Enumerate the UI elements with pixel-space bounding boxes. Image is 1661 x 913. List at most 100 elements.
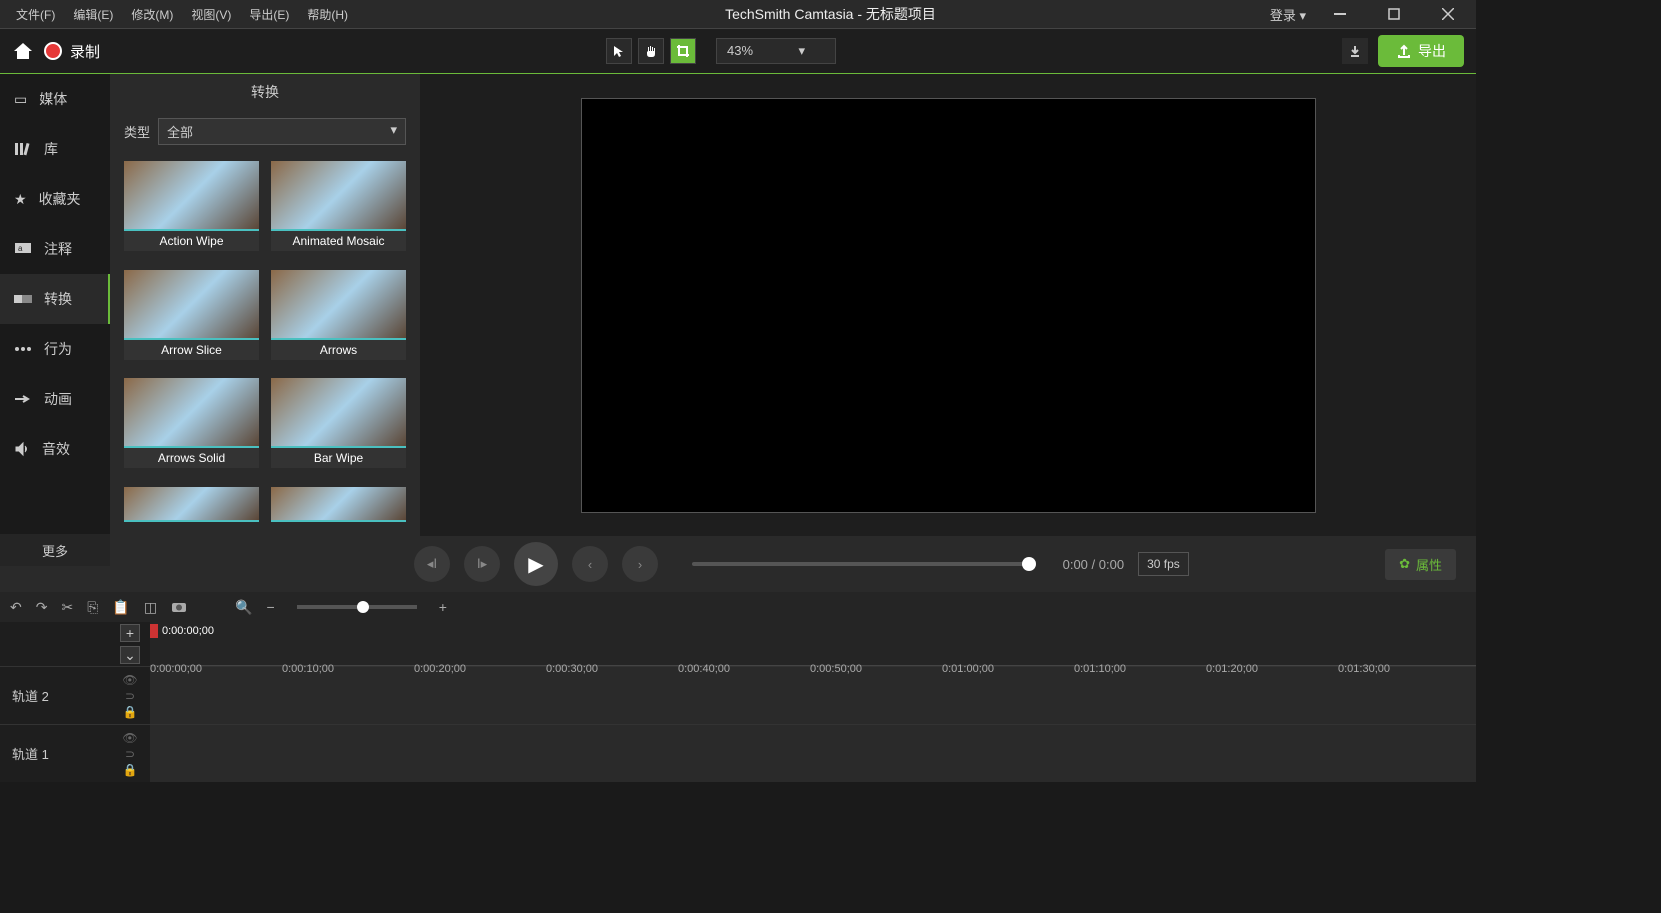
crop-tool[interactable] xyxy=(670,38,696,64)
close-button[interactable] xyxy=(1428,2,1468,26)
transition-thumb xyxy=(271,161,406,231)
transition-item[interactable] xyxy=(124,487,259,529)
hand-tool[interactable] xyxy=(638,38,664,64)
ruler-tick: 0:00:40;00 xyxy=(678,663,730,675)
add-track-button[interactable]: + xyxy=(120,624,140,642)
preview-canvas[interactable] xyxy=(581,98,1316,513)
next-clip-button[interactable]: › xyxy=(622,546,658,582)
media-icon: ▭ xyxy=(14,91,27,108)
magnet-icon[interactable]: ⊃ xyxy=(125,689,135,703)
properties-button[interactable]: ✿ 属性 xyxy=(1385,549,1456,580)
maximize-button[interactable] xyxy=(1374,2,1414,26)
prev-clip-button[interactable]: ‹ xyxy=(572,546,608,582)
login-button[interactable]: 登录 ▾ xyxy=(1270,5,1306,24)
visibility-icon[interactable]: 👁 xyxy=(122,731,137,745)
playhead[interactable]: 0:00:00;00 xyxy=(150,624,214,638)
track-1-content[interactable] xyxy=(150,725,1476,782)
camera-button[interactable] xyxy=(171,601,187,613)
transitions-grid: Action Wipe Animated Mosaic Arrow Slice … xyxy=(110,153,420,536)
visibility-icon[interactable]: 👁 xyxy=(122,673,137,687)
transition-label: Bar Wipe xyxy=(271,448,406,468)
transition-item[interactable]: Arrows Solid xyxy=(124,378,259,475)
fps-select[interactable]: 30 fps xyxy=(1138,552,1189,576)
playback-bar: ◂Ⅰ Ⅰ▸ ▶ ‹ › 0:00 / 0:00 30 fps ✿ 属性 xyxy=(0,536,1476,592)
menu-export[interactable]: 导出(E) xyxy=(241,2,297,27)
track-2-content[interactable] xyxy=(150,667,1476,724)
menu-view[interactable]: 视图(V) xyxy=(183,2,239,27)
transition-label: Arrows xyxy=(271,340,406,360)
zoom-out-button[interactable]: − xyxy=(267,599,275,615)
slider-thumb[interactable] xyxy=(1022,557,1036,571)
redo-button[interactable]: ↷ xyxy=(36,599,48,616)
prev-frame-button[interactable]: ◂Ⅰ xyxy=(414,546,450,582)
paste-button[interactable]: 📋 xyxy=(112,599,129,616)
zoom-in-button[interactable]: + xyxy=(439,599,447,615)
ruler-tick: 0:01:00;00 xyxy=(942,663,994,675)
menu-edit[interactable]: 编辑(E) xyxy=(65,2,121,27)
main-area: ▭媒体 库 ★收藏夹 a注释 转换 行为 动画 音效 更多 转换 类型 全部▾ … xyxy=(0,74,1476,536)
animation-icon xyxy=(14,394,32,404)
cut-button[interactable]: ✂ xyxy=(61,599,73,616)
transition-label: Animated Mosaic xyxy=(271,231,406,251)
timeline-controls: + ⌄ xyxy=(0,622,150,666)
behavior-icon xyxy=(14,343,32,355)
sidebar-item-animations[interactable]: 动画 xyxy=(0,374,110,424)
transition-item[interactable]: Arrows xyxy=(271,270,406,367)
transition-label: Arrows Solid xyxy=(124,448,259,468)
transition-item[interactable]: Animated Mosaic xyxy=(271,161,406,258)
zoom-slider[interactable] xyxy=(297,605,417,609)
sidebar-item-transitions[interactable]: 转换 xyxy=(0,274,110,324)
zoom-value: 43% xyxy=(727,43,753,58)
audio-icon xyxy=(14,441,30,457)
ruler-tick: 0:01:20;00 xyxy=(1206,663,1258,675)
copy-button[interactable]: ⎘ xyxy=(87,599,98,616)
timeline: + ⌄ 0:00:00;00 0:00:00;000:00:10;000:00:… xyxy=(0,622,1476,796)
sidebar-item-audio[interactable]: 音效 xyxy=(0,424,110,474)
magnet-icon[interactable]: ⊃ xyxy=(125,747,135,761)
sidebar-item-behaviors[interactable]: 行为 xyxy=(0,324,110,374)
menu-modify[interactable]: 修改(M) xyxy=(123,2,181,27)
track-1: 轨道 1 👁 ⊃ 🔒 xyxy=(0,724,1476,782)
minimize-button[interactable] xyxy=(1320,2,1360,26)
pointer-tool[interactable] xyxy=(606,38,632,64)
play-button[interactable]: ▶ xyxy=(514,542,558,586)
ruler-tick: 0:01:10;00 xyxy=(1074,663,1126,675)
home-button[interactable] xyxy=(12,41,34,61)
transition-item[interactable]: Action Wipe xyxy=(124,161,259,258)
star-icon: ★ xyxy=(14,191,27,208)
sidebar-item-media[interactable]: ▭媒体 xyxy=(0,74,110,124)
export-button[interactable]: 导出 xyxy=(1378,35,1464,67)
transition-thumb xyxy=(124,378,259,448)
timeline-ruler[interactable]: 0:00:00;00 0:00:00;000:00:10;000:00:20;0… xyxy=(150,622,1476,666)
sidebar-more[interactable]: 更多 xyxy=(0,534,110,566)
svg-text:a: a xyxy=(18,244,23,253)
sidebar-item-library[interactable]: 库 xyxy=(0,124,110,174)
transition-label: Action Wipe xyxy=(124,231,259,251)
menu-file[interactable]: 文件(F) xyxy=(8,2,63,27)
record-button[interactable]: 录制 xyxy=(44,41,100,62)
download-button[interactable] xyxy=(1342,38,1368,64)
playhead-time: 0:00:00;00 xyxy=(162,625,214,637)
next-frame-button[interactable]: Ⅰ▸ xyxy=(464,546,500,582)
sidebar-item-favorites[interactable]: ★收藏夹 xyxy=(0,174,110,224)
type-label: 类型 xyxy=(124,122,150,141)
zoom-thumb[interactable] xyxy=(357,601,369,613)
undo-button[interactable]: ↶ xyxy=(10,599,22,616)
zoom-select[interactable]: 43% ▾ xyxy=(716,38,836,64)
collapse-tracks-button[interactable]: ⌄ xyxy=(120,646,140,664)
transition-item[interactable] xyxy=(271,487,406,529)
transition-item[interactable]: Bar Wipe xyxy=(271,378,406,475)
track-2-label[interactable]: 轨道 2 xyxy=(0,667,110,724)
sidebar-item-annotations[interactable]: a注释 xyxy=(0,224,110,274)
lock-icon[interactable]: 🔒 xyxy=(123,705,138,719)
track-1-label[interactable]: 轨道 1 xyxy=(0,725,110,782)
split-button[interactable]: ◫ xyxy=(144,599,157,616)
type-select[interactable]: 全部▾ xyxy=(158,118,406,145)
timeline-scrollbar[interactable] xyxy=(0,782,1476,796)
lock-icon[interactable]: 🔒 xyxy=(123,763,138,777)
toolbar: 录制 43% ▾ 导出 xyxy=(0,28,1476,74)
track-1-controls: 👁 ⊃ 🔒 xyxy=(110,725,150,782)
playback-slider[interactable] xyxy=(692,562,1029,566)
transition-item[interactable]: Arrow Slice xyxy=(124,270,259,367)
menu-help[interactable]: 帮助(H) xyxy=(299,2,356,27)
